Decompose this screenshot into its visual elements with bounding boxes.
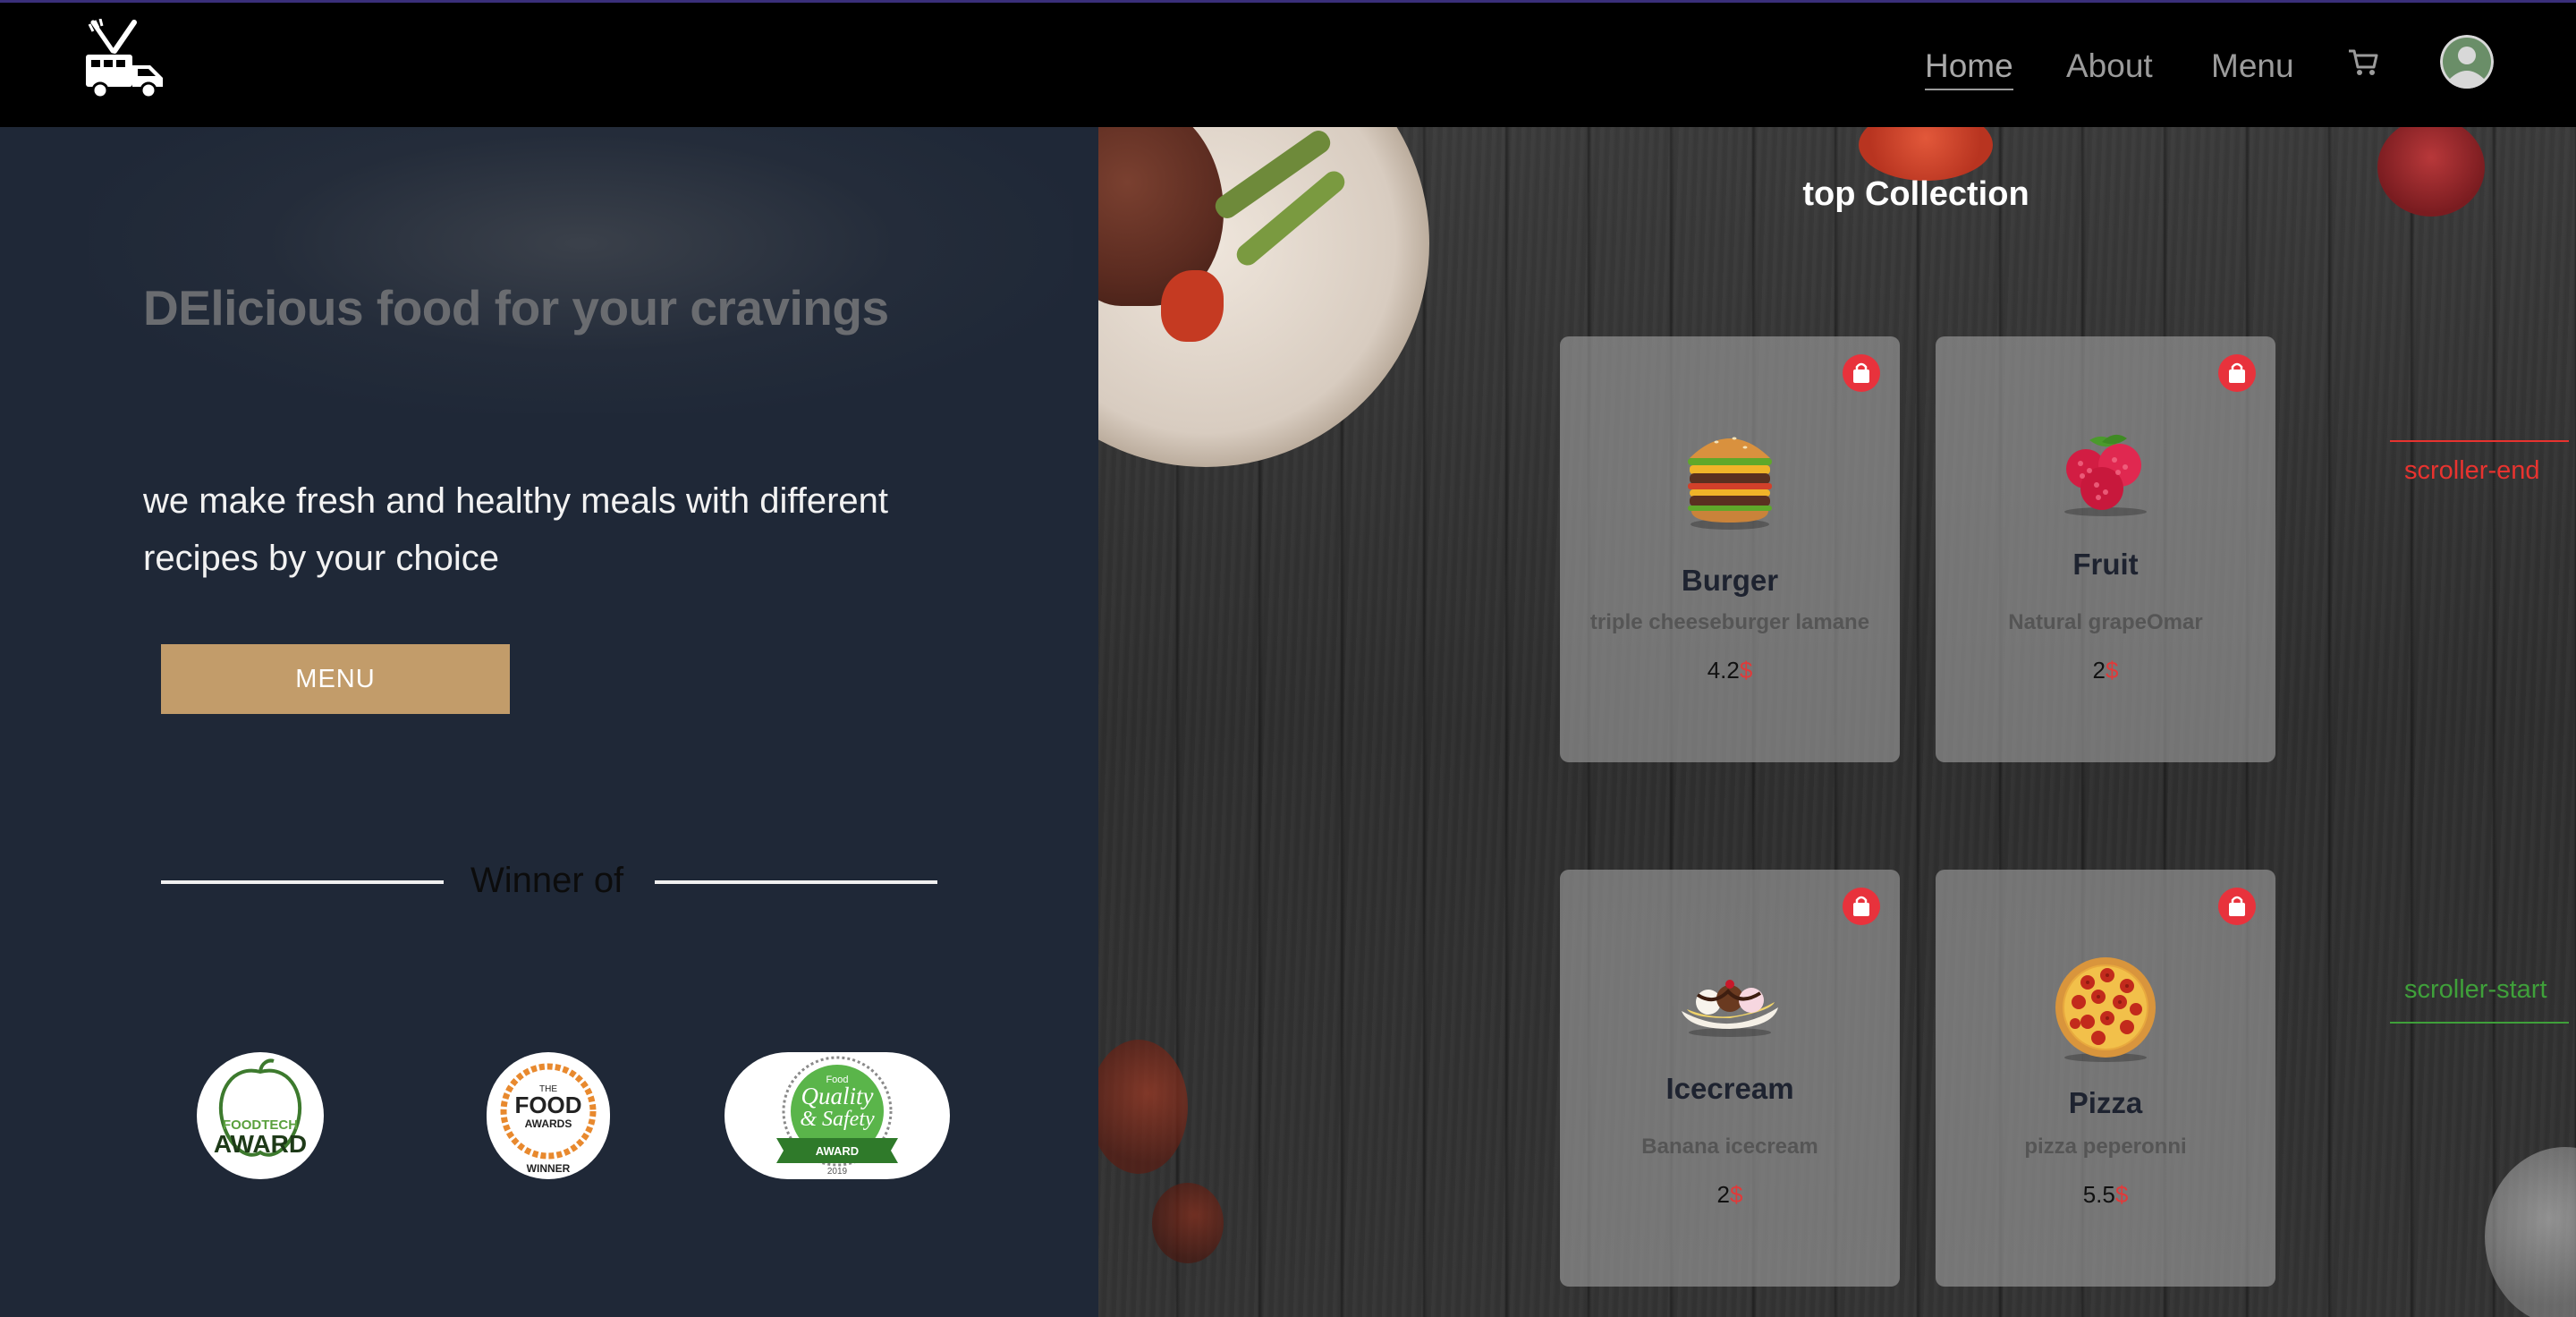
scroller-start-label: scroller-start bbox=[2404, 975, 2547, 1004]
currency-symbol: $ bbox=[1730, 1181, 1743, 1208]
scroller-start-line bbox=[2390, 1022, 2569, 1024]
cart-icon[interactable] bbox=[2347, 46, 2379, 78]
tomato-top-decoration bbox=[1859, 127, 1993, 181]
price-value: 5.5 bbox=[2082, 1181, 2115, 1208]
nav-link-home[interactable]: Home bbox=[1925, 47, 2013, 90]
hero-glow bbox=[89, 127, 1073, 413]
card-description: pizza peperonni bbox=[2024, 1134, 2187, 1159]
product-card-burger[interactable]: Burger triple cheeseburger lamane 4.2$ bbox=[1560, 336, 1900, 762]
nav-link-menu[interactable]: Menu bbox=[2211, 47, 2294, 85]
fqs-line2: Quality bbox=[801, 1083, 874, 1109]
tomato-bottom-decoration-2 bbox=[1152, 1183, 1224, 1263]
product-card-pizza[interactable]: Pizza pizza peperonni 5.5$ bbox=[1936, 870, 2275, 1287]
winner-divider-right bbox=[655, 880, 937, 884]
card-price: 4.2$ bbox=[1560, 657, 1900, 684]
card-name: Fruit bbox=[2072, 548, 2139, 581]
top-nav: Home About Menu bbox=[0, 0, 2576, 127]
tomato-bottom-decoration bbox=[1098, 1040, 1188, 1174]
scroller-end-line bbox=[2390, 440, 2569, 442]
food-awards-badge: THE FOOD AWARDS WINNER bbox=[487, 1052, 610, 1179]
nav-link-about[interactable]: About bbox=[2066, 47, 2153, 85]
bowl-decoration bbox=[2485, 1147, 2576, 1317]
card-name: Icecream bbox=[1665, 1072, 1794, 1105]
card-description: triple cheeseburger lamane bbox=[1589, 610, 1870, 634]
fqs-line4: AWARD bbox=[816, 1144, 859, 1158]
fqs-line5: 2019 bbox=[827, 1167, 848, 1177]
avatar-icon[interactable] bbox=[2440, 35, 2494, 89]
card-price: 2$ bbox=[1936, 657, 2275, 684]
tomato-slice-decoration bbox=[1161, 270, 1224, 342]
price-value: 4.2 bbox=[1707, 657, 1740, 684]
hero-panel: DElicious food for your cravings we make… bbox=[0, 127, 1098, 1317]
price-value: 2 bbox=[1716, 1181, 1730, 1208]
price-value: 2 bbox=[2092, 657, 2106, 684]
shopping-bag-icon[interactable] bbox=[1843, 354, 1880, 392]
currency-symbol: $ bbox=[2114, 1181, 2129, 1208]
foodtech-award-badge: FOODTECH AWARD bbox=[197, 1052, 324, 1179]
winner-label: Winner of bbox=[470, 861, 624, 900]
food-truck-logo-icon[interactable] bbox=[82, 18, 168, 103]
raspberry-image bbox=[2050, 431, 2161, 522]
collection-title: top Collection bbox=[1802, 175, 2029, 213]
food-quality-safety-badge: Food Quality & Safety AWARD 2019 bbox=[724, 1052, 950, 1179]
hero-subtitle: we make fresh and healthy meals with dif… bbox=[143, 481, 889, 578]
card-price: 2$ bbox=[1560, 1181, 1900, 1209]
banana-split-image bbox=[1678, 975, 1782, 1042]
hero-title: DElicious food for your cravings bbox=[143, 280, 889, 336]
winner-divider-left bbox=[161, 880, 444, 884]
shopping-bag-icon[interactable] bbox=[2218, 354, 2256, 392]
food-awards-line4: WINNER bbox=[527, 1162, 571, 1175]
menu-button[interactable]: MENU bbox=[161, 644, 510, 714]
currency-symbol: $ bbox=[1739, 657, 1753, 684]
card-price: 5.5$ bbox=[1936, 1181, 2275, 1209]
card-description: Natural grapeOmar bbox=[2008, 610, 2203, 634]
fqs-line3: & Safety bbox=[800, 1108, 875, 1131]
foodtech-award-line2: AWARD bbox=[214, 1130, 307, 1158]
card-description: Banana icecream bbox=[1641, 1134, 1818, 1159]
product-card-fruit[interactable]: Fruit Natural grapeOmar 2$ bbox=[1936, 336, 2275, 762]
card-name: Burger bbox=[1681, 564, 1779, 597]
currency-symbol: $ bbox=[2106, 657, 2119, 684]
card-name: Pizza bbox=[2068, 1086, 2143, 1119]
pizza-image bbox=[2052, 956, 2159, 1067]
food-awards-line2: FOOD bbox=[514, 1092, 581, 1118]
shopping-bag-icon[interactable] bbox=[1843, 888, 1880, 925]
product-card-icecream[interactable]: Icecream Banana icecream 2$ bbox=[1560, 870, 1900, 1287]
burger-image bbox=[1681, 424, 1779, 534]
shopping-bag-icon[interactable] bbox=[2218, 888, 2256, 925]
food-awards-line3: AWARDS bbox=[525, 1117, 572, 1130]
scroller-end-label: scroller-end bbox=[2404, 456, 2540, 485]
